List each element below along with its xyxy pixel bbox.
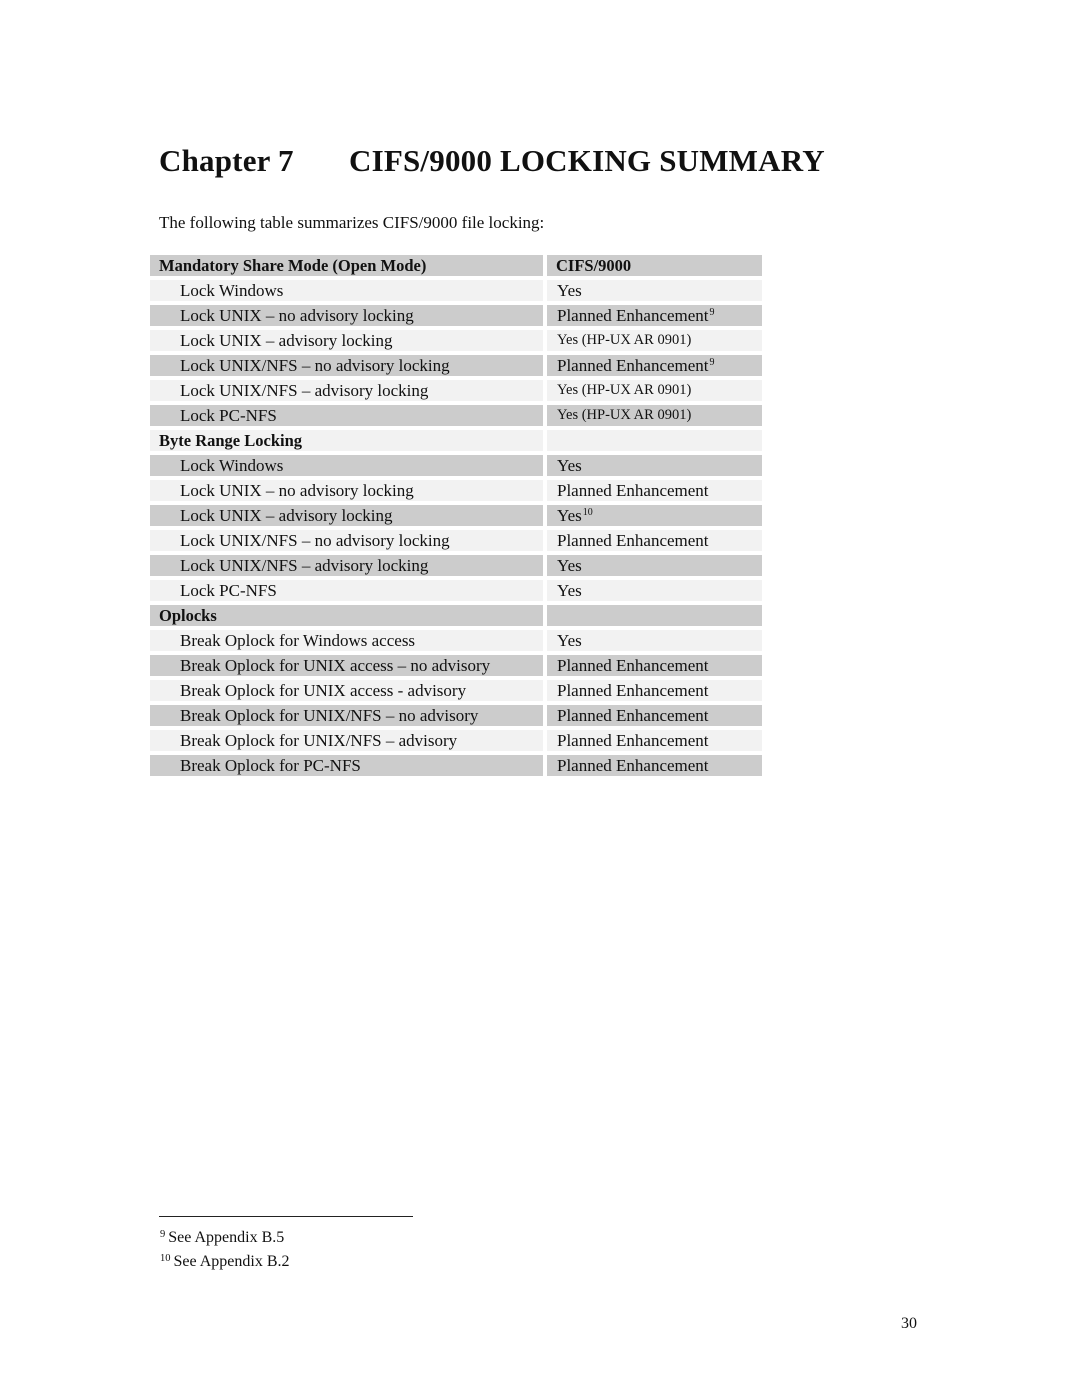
footnotes: 9 See Appendix B.5 10 See Appendix B.2 bbox=[159, 1226, 290, 1274]
feature-cell: Break Oplock for UNIX/NFS – no advisory bbox=[150, 705, 543, 726]
support-value: Planned Enhancement bbox=[557, 706, 709, 725]
feature-cell: Break Oplock for UNIX access - advisory bbox=[150, 680, 543, 701]
support-cell: Yes bbox=[547, 455, 762, 476]
table-row: Lock Windows Yes bbox=[150, 455, 762, 476]
support-value: Planned Enhancement bbox=[557, 481, 709, 500]
table-row: Break Oplock for UNIX/NFS – no advisory P… bbox=[150, 705, 762, 726]
feature-cell: Lock Windows bbox=[150, 280, 543, 301]
feature-cell: Lock UNIX/NFS – no advisory locking bbox=[150, 355, 543, 376]
support-value: Yes (HP-UX AR 0901) bbox=[557, 382, 692, 398]
footnote-mark: 10 bbox=[160, 1253, 171, 1264]
support-cell: Planned Enhancement9 bbox=[547, 355, 762, 376]
support-cell: Yes (HP-UX AR 0901) bbox=[547, 405, 762, 426]
support-cell: Yes bbox=[547, 280, 762, 301]
feature-cell: Lock UNIX – no advisory locking bbox=[150, 480, 543, 501]
support-value: Yes bbox=[557, 456, 582, 475]
header-value: CIFS/9000 bbox=[547, 255, 762, 276]
support-value: Yes bbox=[557, 581, 582, 600]
table-row: Lock UNIX/NFS – advisory locking Yes bbox=[150, 555, 762, 576]
table-row: Lock UNIX – advisory locking Yes (HP-UX A… bbox=[150, 330, 762, 351]
support-cell: Planned Enhancement9 bbox=[547, 305, 762, 326]
footnote-reference[interactable]: 10 bbox=[583, 507, 593, 518]
support-cell: Planned Enhancement bbox=[547, 705, 762, 726]
support-cell: Yes bbox=[547, 555, 762, 576]
feature-cell: Lock UNIX/NFS – advisory locking bbox=[150, 555, 543, 576]
table-row: Break Oplock for UNIX access - advisory P… bbox=[150, 680, 762, 701]
intro-paragraph: The following table summarizes CIFS/9000… bbox=[159, 213, 545, 232]
support-value: Planned Enhancement bbox=[557, 306, 709, 325]
footnote: 9 See Appendix B.5 bbox=[159, 1226, 290, 1250]
support-value: Planned Enhancement bbox=[557, 681, 709, 700]
table-row: Lock UNIX/NFS – no advisory locking Plann… bbox=[150, 530, 762, 551]
support-value: Planned Enhancement bbox=[557, 356, 709, 375]
support-cell: Yes (HP-UX AR 0901) bbox=[547, 380, 762, 401]
support-cell: Yes (HP-UX AR 0901) bbox=[547, 330, 762, 351]
table-row: Break Oplock for UNIX/NFS – advisory Plan… bbox=[150, 730, 762, 751]
chapter-name: CIFS/9000 LOCKING SUMMARY bbox=[349, 143, 825, 178]
page-number: 30 bbox=[901, 1315, 917, 1332]
section-label: Byte Range Locking bbox=[150, 430, 543, 451]
table-row: Lock Windows Yes bbox=[150, 280, 762, 301]
support-value: Planned Enhancement bbox=[557, 656, 709, 675]
support-value: Yes bbox=[557, 281, 582, 300]
table-row: Lock UNIX – advisory locking Yes10 bbox=[150, 505, 762, 526]
header-feature: Mandatory Share Mode (Open Mode) bbox=[150, 255, 543, 276]
support-value: Yes (HP-UX AR 0901) bbox=[557, 407, 692, 423]
table-row: Lock UNIX/NFS – no advisory locking Plann… bbox=[150, 355, 762, 376]
table-row: Lock UNIX – no advisory locking Planned E… bbox=[150, 480, 762, 501]
support-cell: Yes bbox=[547, 630, 762, 651]
table-row: Lock UNIX/NFS – advisory locking Yes (HP-… bbox=[150, 380, 762, 401]
feature-cell: Lock UNIX – advisory locking bbox=[150, 505, 543, 526]
table-section-row: Oplocks bbox=[150, 605, 762, 626]
table-section-row: Byte Range Locking bbox=[150, 430, 762, 451]
support-cell: Planned Enhancement bbox=[547, 530, 762, 551]
section-value-empty bbox=[547, 605, 762, 626]
chapter-title: Chapter 7 CIFS/9000 LOCKING SUMMARY bbox=[159, 143, 825, 179]
table-body: Lock Windows Yes Lock UNIX – no advisory l… bbox=[150, 280, 762, 776]
feature-cell: Break Oplock for Windows access bbox=[150, 630, 543, 651]
support-value: Yes bbox=[557, 556, 582, 575]
footnote-reference[interactable]: 9 bbox=[710, 307, 715, 318]
support-cell: Yes bbox=[547, 580, 762, 601]
table-row: Lock UNIX – no advisory locking Planned E… bbox=[150, 305, 762, 326]
support-value: Yes bbox=[557, 631, 582, 650]
support-cell: Planned Enhancement bbox=[547, 755, 762, 776]
footnote-mark: 9 bbox=[160, 1229, 166, 1240]
table-row: Break Oplock for UNIX access – no adviso… bbox=[150, 655, 762, 676]
table-row: Break Oplock for PC-NFS Planned Enhanceme… bbox=[150, 755, 762, 776]
feature-cell: Break Oplock for PC-NFS bbox=[150, 755, 543, 776]
chapter-label: Chapter 7 bbox=[159, 143, 294, 178]
support-value: Planned Enhancement bbox=[557, 531, 709, 550]
section-value-empty bbox=[547, 430, 762, 451]
support-cell: Planned Enhancement bbox=[547, 480, 762, 501]
footnote-text: See Appendix B.5 bbox=[168, 1229, 285, 1246]
feature-cell: Break Oplock for UNIX access – no adviso… bbox=[150, 655, 543, 676]
feature-cell: Break Oplock for UNIX/NFS – advisory bbox=[150, 730, 543, 751]
footnote-divider bbox=[159, 1216, 413, 1217]
feature-cell: Lock UNIX/NFS – no advisory locking bbox=[150, 530, 543, 551]
table-row: Lock PC-NFS Yes bbox=[150, 580, 762, 601]
table-header-row: Mandatory Share Mode (Open Mode) CIFS/90… bbox=[150, 255, 762, 276]
support-cell: Planned Enhancement bbox=[547, 730, 762, 751]
support-value: Yes bbox=[557, 506, 582, 525]
support-value: Yes (HP-UX AR 0901) bbox=[557, 332, 692, 348]
footnote: 10 See Appendix B.2 bbox=[159, 1250, 290, 1274]
feature-cell: Lock UNIX/NFS – advisory locking bbox=[150, 380, 543, 401]
section-label: Oplocks bbox=[150, 605, 543, 626]
feature-cell: Lock PC-NFS bbox=[150, 580, 543, 601]
feature-cell: Lock UNIX – no advisory locking bbox=[150, 305, 543, 326]
footnote-reference[interactable]: 9 bbox=[710, 357, 715, 368]
footnote-text: See Appendix B.2 bbox=[173, 1253, 290, 1270]
table-row: Lock PC-NFS Yes (HP-UX AR 0901) bbox=[150, 405, 762, 426]
support-cell: Planned Enhancement bbox=[547, 680, 762, 701]
feature-cell: Lock PC-NFS bbox=[150, 405, 543, 426]
support-value: Planned Enhancement bbox=[557, 731, 709, 750]
locking-summary-table: Mandatory Share Mode (Open Mode) CIFS/90… bbox=[150, 255, 762, 780]
support-value: Planned Enhancement bbox=[557, 756, 709, 775]
feature-cell: Lock UNIX – advisory locking bbox=[150, 330, 543, 351]
support-cell: Planned Enhancement bbox=[547, 655, 762, 676]
support-cell: Yes10 bbox=[547, 505, 762, 526]
table-row: Break Oplock for Windows access Yes bbox=[150, 630, 762, 651]
feature-cell: Lock Windows bbox=[150, 455, 543, 476]
